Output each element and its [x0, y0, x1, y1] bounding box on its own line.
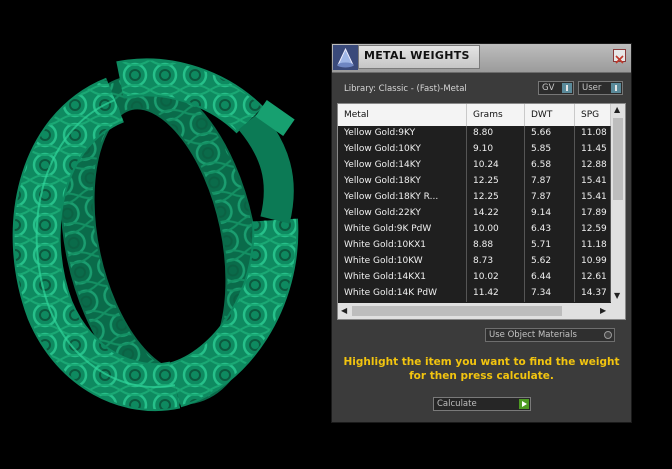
use-object-materials-toggle[interactable]: Use Object Materials: [485, 328, 615, 342]
gv-toggle-label: GV: [542, 83, 555, 93]
spg-cell: 12.88: [575, 158, 611, 174]
table-row[interactable]: Yellow Gold:10KY 9.10 5.85 11.45: [338, 142, 611, 158]
spg-cell: 10.99: [575, 254, 611, 270]
dwt-cell: 5.85: [525, 142, 575, 158]
metal-cell: Yellow Gold:18KY R...: [338, 190, 467, 206]
table-row[interactable]: Yellow Gold:18KY 12.25 7.87 15.41: [338, 174, 611, 190]
table-row[interactable]: Yellow Gold:14KY 10.24 6.58 12.88: [338, 158, 611, 174]
instruction-line-1: Highlight the item you want to find the …: [343, 356, 620, 368]
grams-cell: 9.10: [467, 142, 525, 158]
metal-cell: White Gold:10KW: [338, 254, 467, 270]
spg-cell: 11.08: [575, 126, 611, 142]
dwt-cell: 7.34: [525, 286, 575, 302]
metal-cell: White Gold:10KX1: [338, 238, 467, 254]
metal-cell: Yellow Gold:9KY: [338, 126, 467, 142]
grams-cell: 14.22: [467, 206, 525, 222]
dwt-cell: 6.44: [525, 270, 575, 286]
scroll-right-icon[interactable]: ▶: [600, 306, 606, 315]
column-header-spg[interactable]: SPG: [575, 104, 611, 126]
toggle-knob-icon: [604, 331, 612, 339]
3d-viewport[interactable]: [0, 0, 330, 465]
table-row[interactable]: White Gold:10KX1 8.88 5.71 11.18: [338, 238, 611, 254]
horizontal-scrollbar[interactable]: ◀ ▶: [338, 303, 625, 319]
grams-cell: 11.42: [467, 286, 525, 302]
dwt-cell: 5.71: [525, 238, 575, 254]
metal-cell: Yellow Gold:10KY: [338, 142, 467, 158]
grams-cell: 12.25: [467, 174, 525, 190]
app-logo-icon: [333, 45, 358, 70]
user-toggle-label: User: [582, 83, 602, 93]
user-toggle[interactable]: User: [578, 81, 623, 95]
use-object-materials-label: Use Object Materials: [489, 330, 577, 340]
metal-cell: White Gold:9K PdW: [338, 222, 467, 238]
spg-cell: 11.45: [575, 142, 611, 158]
gv-toggle[interactable]: GV: [538, 81, 574, 95]
dwt-cell: 5.62: [525, 254, 575, 270]
close-button[interactable]: [613, 49, 626, 64]
table-row[interactable]: White Gold:9K PdW 10.00 6.43 12.59: [338, 222, 611, 238]
grams-cell: 8.88: [467, 238, 525, 254]
table-row[interactable]: Yellow Gold:18KY R... 12.25 7.87 15.41: [338, 190, 611, 206]
grams-cell: 10.00: [467, 222, 525, 238]
metal-cell: Yellow Gold:22KY: [338, 206, 467, 222]
scroll-down-icon[interactable]: ▼: [614, 291, 620, 300]
close-icon: [615, 55, 624, 64]
grams-cell: 10.02: [467, 270, 525, 286]
dwt-cell: 5.66: [525, 126, 575, 142]
calculate-label: Calculate: [437, 399, 477, 409]
table-row[interactable]: White Gold:14KX1 10.02 6.44 12.61: [338, 270, 611, 286]
dwt-cell: 7.87: [525, 174, 575, 190]
toggle-indicator-icon: [562, 83, 572, 93]
table-row[interactable]: Yellow Gold:9KY 8.80 5.66 11.08: [338, 126, 611, 142]
spg-cell: 11.18: [575, 238, 611, 254]
ring-model: [12, 58, 299, 412]
grams-cell: 10.24: [467, 158, 525, 174]
vertical-scroll-thumb[interactable]: [613, 118, 623, 200]
metal-cell: Yellow Gold:14KY: [338, 158, 467, 174]
column-header-grams[interactable]: Grams: [467, 104, 525, 126]
column-header-metal[interactable]: Metal: [338, 104, 467, 126]
table-row[interactable]: Yellow Gold:22KY 14.22 9.14 17.89: [338, 206, 611, 222]
toggle-indicator-icon: [611, 83, 621, 93]
spg-cell: 12.59: [575, 222, 611, 238]
metal-cell: Yellow Gold:18KY: [338, 174, 467, 190]
spg-cell: 17.89: [575, 206, 611, 222]
metal-cell: White Gold:14K PdW: [338, 286, 467, 302]
calculate-button[interactable]: Calculate: [433, 397, 531, 411]
spg-cell: 15.41: [575, 174, 611, 190]
dwt-cell: 6.43: [525, 222, 575, 238]
grams-cell: 8.73: [467, 254, 525, 270]
dwt-cell: 9.14: [525, 206, 575, 222]
instruction-line-2: for then press calculate.: [409, 370, 554, 382]
window-title: METAL WEIGHTS: [364, 49, 470, 62]
title-box: METAL WEIGHTS: [358, 45, 480, 69]
metal-weights-panel: METAL WEIGHTS Library: Classic - (Fast)-…: [331, 43, 632, 423]
dwt-cell: 6.58: [525, 158, 575, 174]
title-bar[interactable]: METAL WEIGHTS: [332, 44, 631, 73]
metal-cell: White Gold:14KX1: [338, 270, 467, 286]
table-row[interactable]: White Gold:10KW 8.73 5.62 10.99: [338, 254, 611, 270]
table-header: Metal Grams DWT SPG: [338, 104, 611, 126]
scroll-up-icon[interactable]: ▲: [614, 105, 620, 114]
grams-cell: 12.25: [467, 190, 525, 206]
grams-cell: 8.80: [467, 126, 525, 142]
play-icon: [519, 399, 529, 409]
spg-cell: 14.37: [575, 286, 611, 302]
spg-cell: 15.41: [575, 190, 611, 206]
vertical-scrollbar[interactable]: ▲ ▼: [611, 104, 625, 303]
scroll-left-icon[interactable]: ◀: [341, 306, 347, 315]
column-header-dwt[interactable]: DWT: [525, 104, 575, 126]
dwt-cell: 7.87: [525, 190, 575, 206]
spg-cell: 12.61: [575, 270, 611, 286]
table-body: Yellow Gold:9KY 8.80 5.66 11.08 Yellow Gold:…: [338, 126, 611, 303]
horizontal-scroll-thumb[interactable]: [352, 306, 562, 316]
table-row[interactable]: White Gold:14K PdW 11.42 7.34 14.37: [338, 286, 611, 302]
metal-weights-table: Metal Grams DWT SPG Yellow Gold:9KY 8.80 5…: [337, 103, 626, 320]
library-label: Library: Classic - (Fast)-Metal: [344, 84, 467, 94]
